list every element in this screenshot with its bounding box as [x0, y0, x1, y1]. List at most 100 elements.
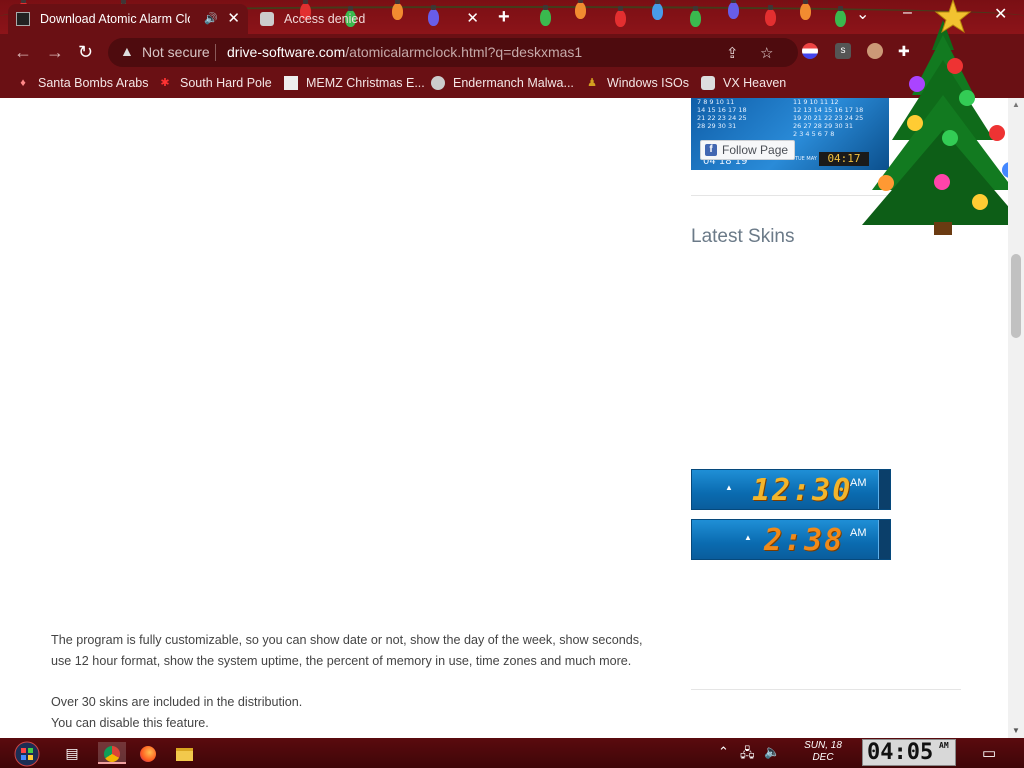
latest-skins-heading: Latest Skins	[691, 226, 795, 247]
windows-logo-icon	[28, 755, 33, 760]
scroll-up-icon[interactable]: ▲	[1012, 100, 1020, 109]
raccoon-icon	[431, 76, 445, 90]
skin-time: 2:38	[764, 523, 845, 558]
security-label[interactable]: Not secure	[142, 44, 210, 60]
calendar-row: 21 22 23 24 25	[697, 114, 747, 122]
skin-ampm: AM	[850, 527, 867, 539]
ornament	[907, 115, 923, 131]
figure-icon: ♟	[587, 77, 597, 89]
tray-date[interactable]: SUN, 18 DEC	[795, 740, 851, 764]
light-bulb-decoration	[728, 0, 739, 19]
notification-icon[interactable]: ▭	[982, 744, 996, 762]
ornament	[972, 194, 988, 210]
clock-favicon-icon	[16, 12, 30, 26]
extension-s-icon[interactable]: s	[835, 43, 851, 59]
skin-time: 12:30	[752, 473, 853, 508]
skin-arrow-icon: ▲	[725, 483, 733, 492]
address-bar[interactable]: ▲ Not secure drive-software.com/atomical…	[108, 38, 798, 67]
paragraph-line: use 12 hour format, show the system upti…	[51, 654, 632, 668]
light-bulb-decoration	[835, 6, 846, 27]
forward-button[interactable]: →	[46, 42, 64, 63]
calendar-left: 7 8 9 10 11 14 15 16 17 18 21 22 23 24 2…	[697, 98, 747, 130]
taskbar-clock[interactable]: 04:05 AM	[862, 739, 956, 766]
ornament	[909, 76, 925, 92]
bookmark-windows-isos[interactable]: ♟ Windows ISOs	[585, 76, 689, 90]
calendar-row: 7 8 9 10 11	[697, 98, 735, 106]
skin-preview[interactable]: ▲ 2:38 AM	[691, 519, 891, 560]
tab-atomic-alarm-clock[interactable]: Download Atomic Alarm Clo 🔊 ✕	[8, 4, 248, 34]
bookmark-label: MEMZ Christmas E...	[306, 76, 425, 90]
ornament	[942, 130, 958, 146]
skin-edge	[878, 520, 890, 559]
bookmark-label: Windows ISOs	[607, 76, 689, 90]
ornament	[989, 125, 1005, 141]
light-bulb-decoration	[652, 0, 663, 20]
skin-preview[interactable]: ▲ 12:30 AM	[691, 469, 891, 510]
firefox-taskbar-icon[interactable]	[134, 742, 162, 764]
start-button[interactable]	[8, 739, 46, 767]
paragraph-line: You can disable this feature.	[51, 716, 209, 730]
bookmark-label: Santa Bombs Arabs	[38, 76, 149, 90]
paragraph-line: The program is fully customizable, so yo…	[51, 633, 643, 647]
facebook-page-widget[interactable]: 7 8 9 10 11 14 15 16 17 18 21 22 23 24 2…	[691, 98, 889, 170]
follow-page-button[interactable]: f Follow Page	[700, 140, 796, 160]
calendar-row: 14 15 16 17 18	[697, 106, 747, 114]
ornament	[959, 90, 975, 106]
task-view-icon[interactable]: ▤	[58, 742, 86, 764]
share-icon[interactable]: ⇪	[726, 44, 739, 62]
tab-title: Access denied	[284, 12, 366, 26]
skins-paragraph: Over 30 skins are included in the distri…	[51, 692, 302, 734]
extension-flag-icon[interactable]	[802, 43, 818, 59]
calendar-row: 26 27 28 29 30 31	[793, 122, 853, 130]
light-bulb-decoration	[615, 6, 626, 27]
scroll-down-icon[interactable]: ▼	[1012, 726, 1020, 735]
chrome-taskbar-icon[interactable]	[98, 742, 126, 764]
bookmark-vx-heaven[interactable]: VX Heaven	[701, 76, 786, 90]
bookmark-santa-bombs-arabs[interactable]: ♦ Santa Bombs Arabs	[16, 76, 148, 90]
calendar-row: 11 9 10 11 12	[793, 98, 839, 106]
taskbar: ▤ ⌃ 🖧 🔈 SUN, 18 DEC 04:05 AM ▭	[0, 738, 1024, 768]
url-path: /atomicalarmclock.html?q=deskxmas1	[345, 44, 583, 60]
windows-logo-icon	[21, 755, 26, 760]
calendar-row: 19 20 21 22 23 24 25	[793, 114, 864, 122]
divider	[691, 689, 961, 690]
bookmark-star-icon[interactable]: ☆	[760, 44, 773, 62]
start-orb	[14, 741, 40, 767]
windows-logo-icon	[28, 748, 33, 753]
folder-icon	[175, 747, 193, 761]
url-text[interactable]: drive-software.com/atomicalarmclock.html…	[227, 44, 582, 60]
ornament	[947, 58, 963, 74]
skin-edge	[878, 470, 890, 509]
calendar-row: 28 29 30 31	[697, 122, 737, 130]
bookmark-memz-christmas[interactable]: MEMZ Christmas E...	[284, 76, 425, 90]
firefox-icon	[140, 746, 156, 763]
page-scrollbar[interactable]: ▲ ▼	[1008, 98, 1024, 738]
chrome-icon	[104, 746, 120, 763]
show-hidden-icons[interactable]: ⌃	[718, 744, 729, 760]
window-icon	[284, 76, 298, 90]
url-host: drive-software.com	[227, 44, 346, 60]
tray-date-day: SUN, 18	[804, 740, 842, 751]
reload-button[interactable]: ↻	[78, 42, 93, 63]
bookmark-endermanch[interactable]: Endermanch Malwa...	[431, 76, 574, 90]
shield-favicon-icon	[260, 12, 274, 26]
close-tab-icon[interactable]: ✕	[466, 11, 479, 27]
windows-logo-icon	[21, 748, 26, 753]
speaker-icon[interactable]: 🔊	[204, 12, 218, 25]
back-button[interactable]: ←	[14, 42, 32, 63]
new-tab-button[interactable]: +	[498, 6, 510, 29]
volume-icon[interactable]: 🔈	[764, 744, 780, 760]
network-icon[interactable]: 🖧	[740, 744, 755, 766]
file-explorer-taskbar-icon[interactable]	[170, 742, 198, 764]
santa-icon: ♦	[20, 77, 26, 89]
ornament	[878, 175, 894, 191]
snowflake-icon: ✱	[160, 77, 170, 89]
scrollbar-thumb[interactable]	[1011, 254, 1021, 338]
clock-ampm: AM	[939, 741, 949, 750]
calendar-row: 12 13 14 15 16 17 18	[793, 106, 864, 114]
bookmark-south-hard-pole[interactable]: ✱ South Hard Pole	[158, 76, 271, 90]
warning-icon[interactable]: ▲	[120, 43, 134, 59]
paragraph-line: Over 30 skins are included in the distri…	[51, 695, 303, 709]
close-tab-icon[interactable]: ✕	[227, 11, 240, 27]
tab-access-denied[interactable]: Access denied ✕	[252, 4, 487, 34]
